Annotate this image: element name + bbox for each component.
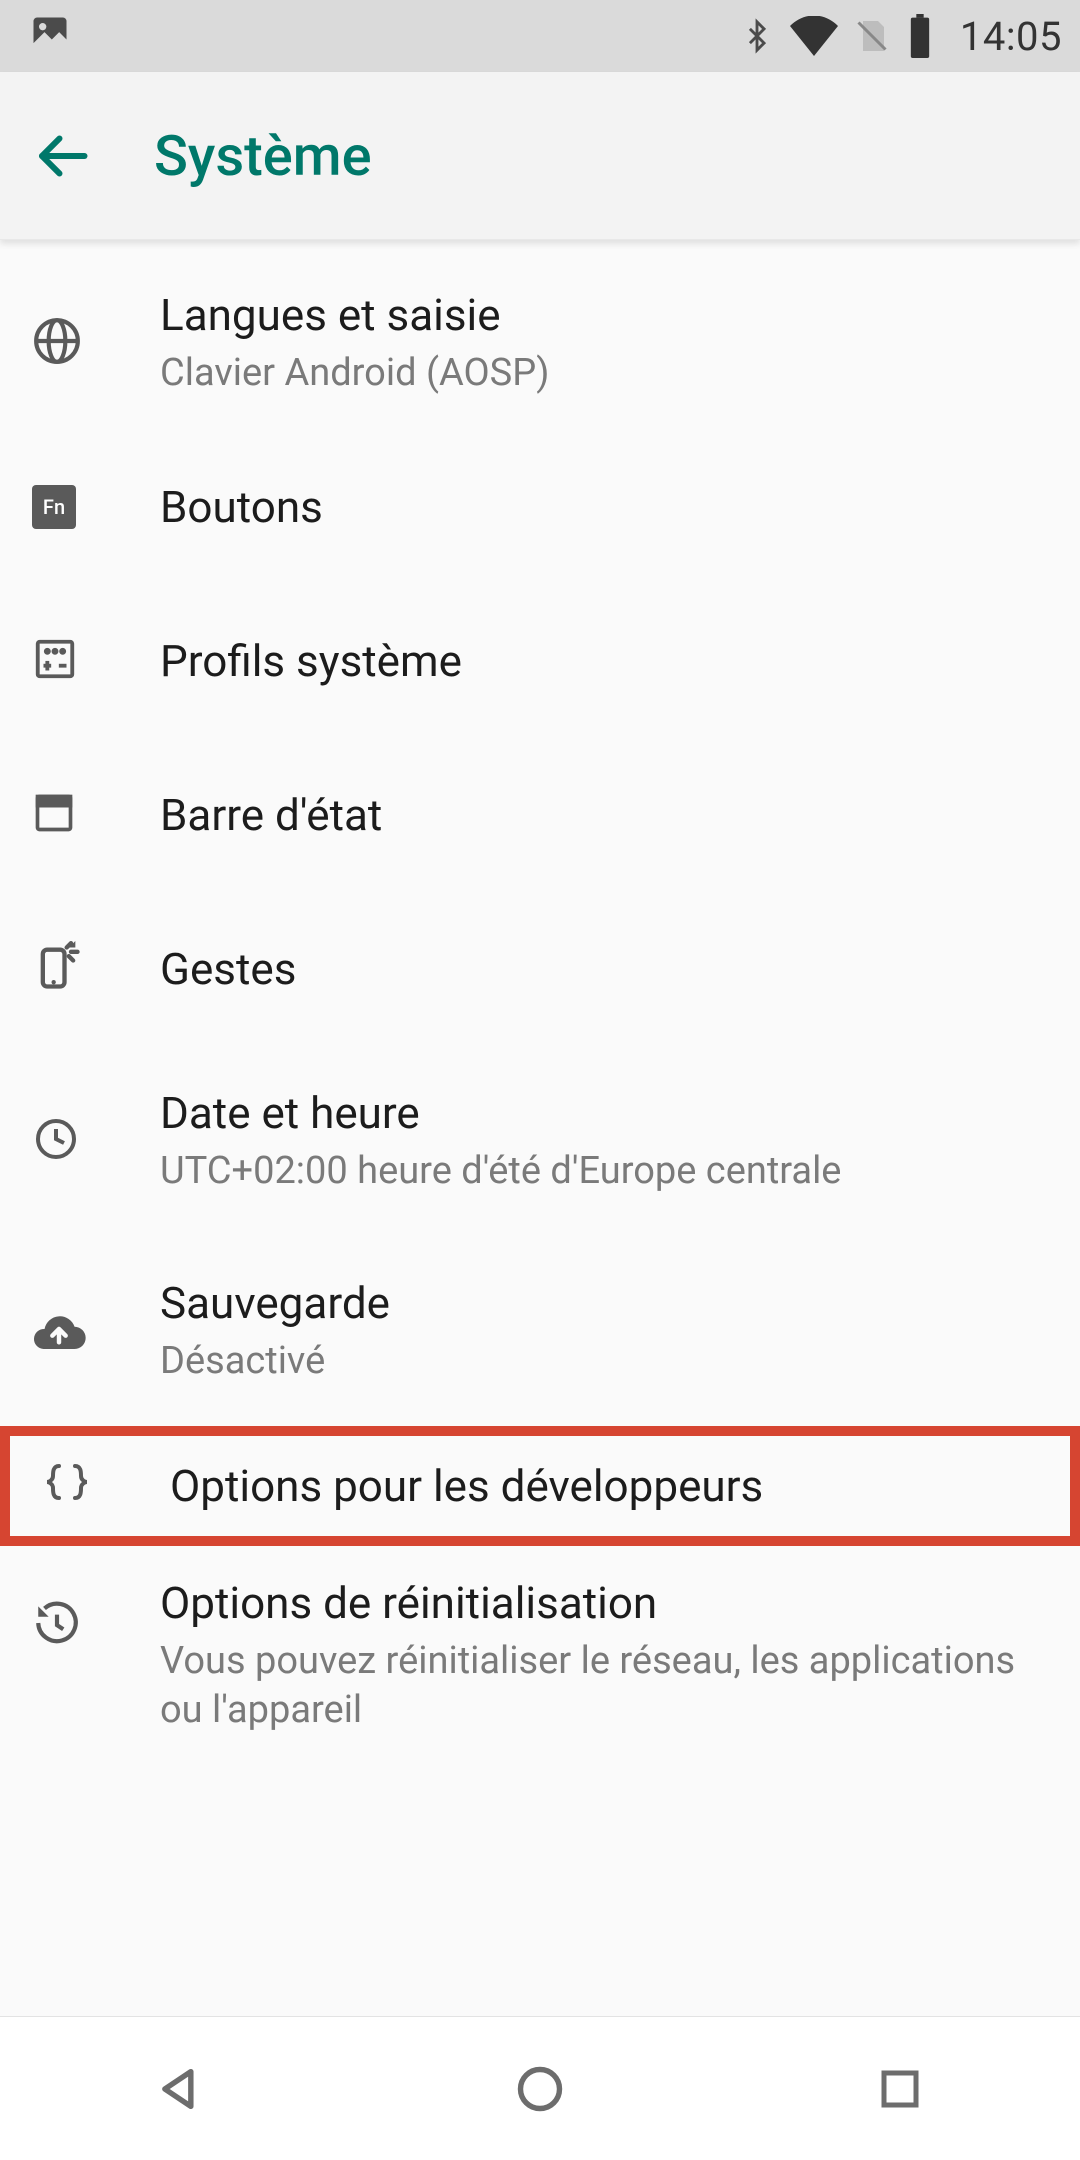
battery-icon [906,14,934,58]
item-title: Options de réinitialisation [160,1576,1018,1631]
item-title: Sauvegarde [160,1276,1018,1331]
item-system-profiles[interactable]: Profils système [0,584,1080,738]
item-status-bar[interactable]: Barre d'état [0,738,1080,892]
bluetooth-icon [740,15,774,57]
item-title: Profils système [160,634,1018,689]
item-backup[interactable]: Sauvegarde Désactivé [0,1236,1080,1426]
fn-key-icon: Fn [32,485,76,529]
item-subtitle: Vous pouvez réinitialiser le réseau, les… [160,1637,1018,1736]
globe-icon [32,316,82,370]
back-button[interactable] [32,111,122,201]
gestures-icon [32,941,84,997]
navigation-bar [0,2016,1080,2160]
wifi-icon [790,16,838,56]
item-subtitle: UTC+02:00 heure d'été d'Europe centrale [160,1147,1018,1196]
item-title: Gestes [160,942,1018,997]
item-subtitle: Clavier Android (AOSP) [160,349,1018,398]
restore-icon [32,1598,82,1652]
nav-recent-button[interactable] [800,2017,1000,2160]
nav-home-button[interactable] [440,2017,640,2160]
item-gestures[interactable]: Gestes [0,892,1080,1046]
status-bar: 14:05 [0,0,1080,72]
app-bar: Système [0,72,1080,240]
item-buttons[interactable]: Fn Boutons [0,430,1080,584]
item-title: Barre d'état [160,788,1018,843]
profiles-icon [32,636,78,686]
clock-text: 14:05 [960,13,1062,60]
settings-list: Langues et saisie Clavier Android (AOSP)… [0,240,1080,2016]
item-title: Langues et saisie [160,288,1018,343]
screenshot-notify-icon [28,12,72,60]
item-date-time[interactable]: Date et heure UTC+02:00 heure d'été d'Eu… [0,1046,1080,1236]
clock-icon [32,1115,80,1167]
statusbar-icon [32,791,76,839]
item-title: Options pour les développeurs [170,1459,1008,1514]
item-title: Date et heure [160,1086,1018,1141]
no-sim-icon [854,14,890,58]
item-reset-options[interactable]: Options de réinitialisation Vous pouvez … [0,1546,1080,1758]
item-developer-options[interactable]: Options pour les développeurs [0,1426,1080,1546]
page-title: Système [154,123,372,189]
nav-back-button[interactable] [80,2017,280,2160]
item-title: Boutons [160,480,1018,535]
cloud-upload-icon [32,1309,86,1353]
code-braces-icon [42,1464,92,1508]
item-languages-input[interactable]: Langues et saisie Clavier Android (AOSP) [0,240,1080,430]
item-subtitle: Désactivé [160,1337,1018,1386]
